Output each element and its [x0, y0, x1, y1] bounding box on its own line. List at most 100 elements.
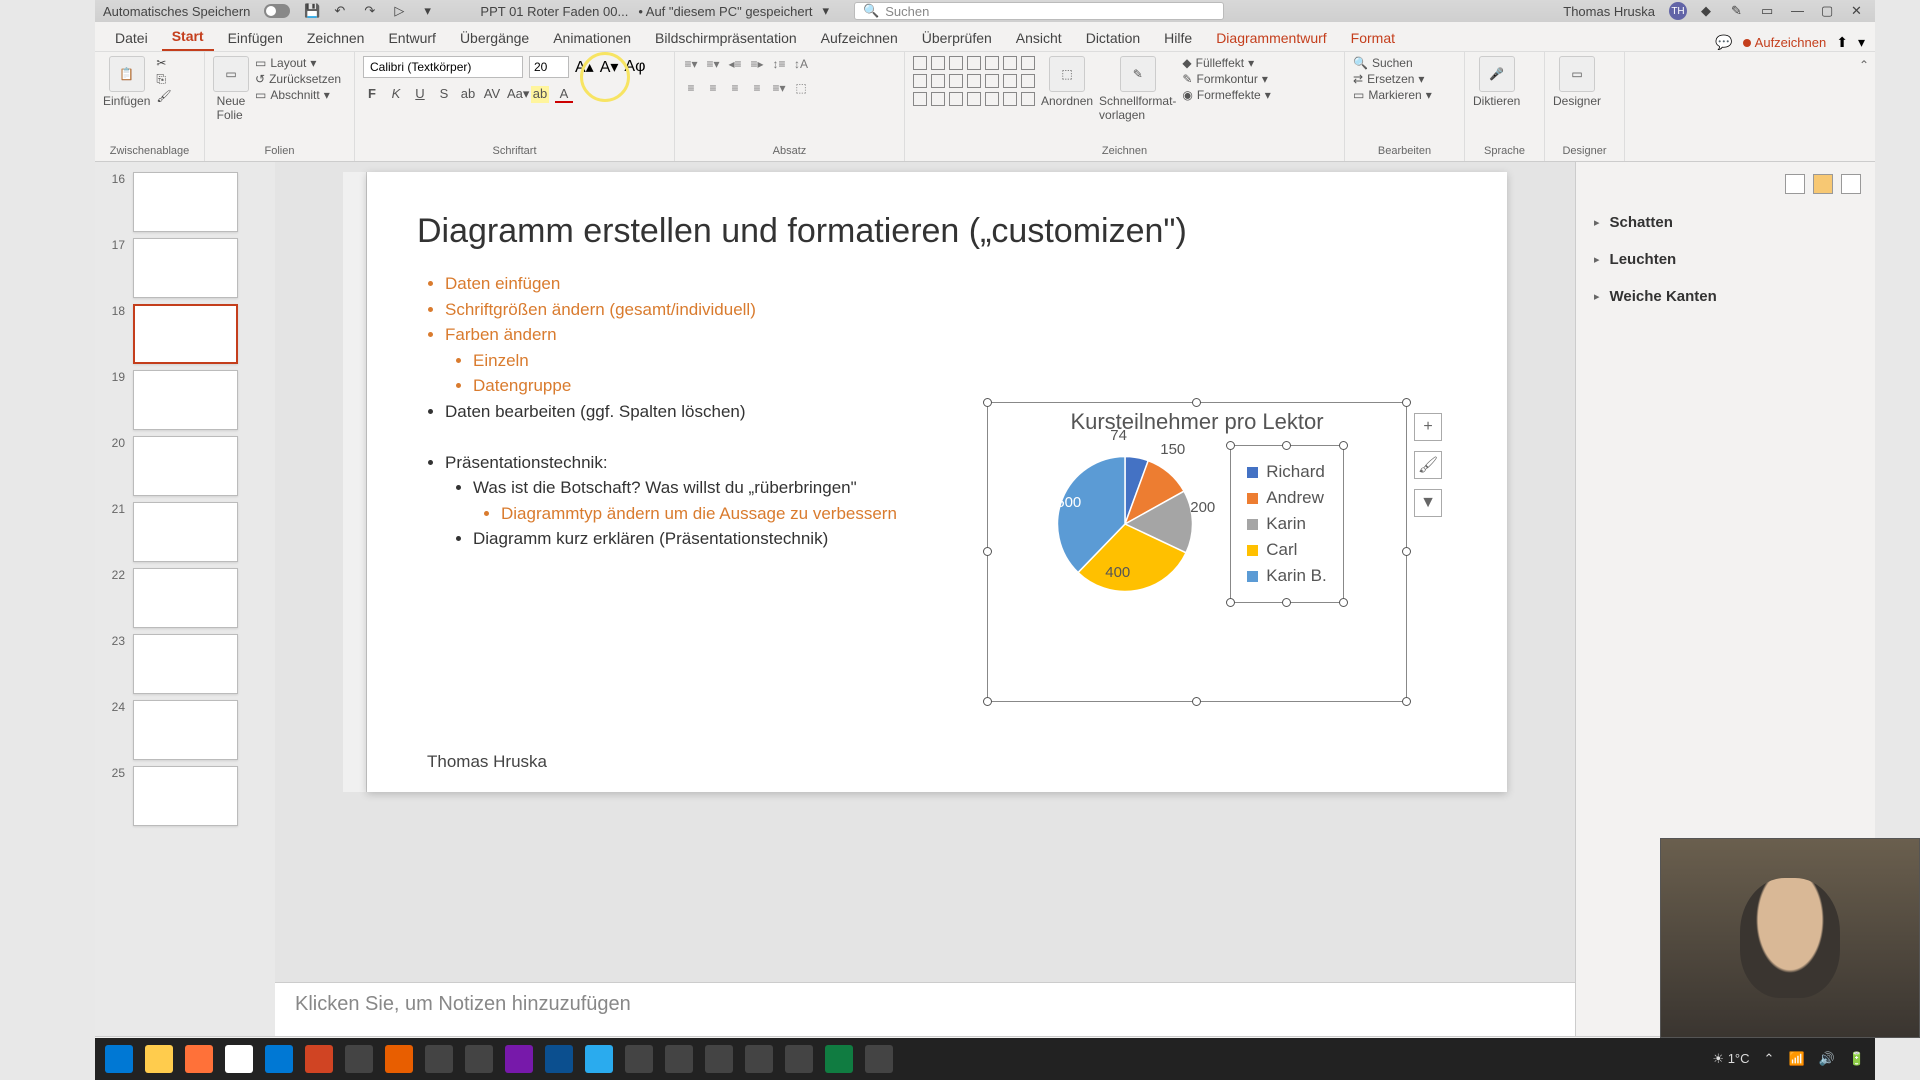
smartart-icon[interactable]: ⬚	[793, 80, 809, 96]
underline-button[interactable]: U	[411, 86, 429, 103]
chart-title[interactable]: Kursteilnehmer pro Lektor	[988, 409, 1406, 435]
align-center-icon[interactable]: ≡	[705, 80, 721, 96]
linespacing-icon[interactable]: ↕≡	[771, 56, 787, 72]
pane-icon-1[interactable]	[1785, 174, 1805, 194]
legend-item[interactable]: Carl	[1247, 540, 1326, 560]
replace-button[interactable]: ⇄ Ersetzen ▾	[1353, 72, 1432, 86]
highlight-button[interactable]: ab	[531, 86, 549, 103]
spacing-button[interactable]: AV	[483, 86, 501, 103]
textdir-icon[interactable]: ↕A	[793, 56, 809, 72]
legend-item[interactable]: Karin	[1247, 514, 1326, 534]
collapse-ribbon-icon[interactable]: ⌃	[1853, 52, 1875, 161]
chrome-icon[interactable]	[225, 1045, 253, 1073]
maximize-icon[interactable]: ▢	[1821, 3, 1837, 19]
onenote-icon[interactable]	[505, 1045, 533, 1073]
tray-wifi-icon[interactable]: 📶	[1788, 1051, 1804, 1067]
reset-button[interactable]: ↺ Zurücksetzen	[255, 72, 341, 86]
new-slide-button[interactable]: ▭ Neue Folie	[213, 56, 249, 122]
excel-icon[interactable]	[825, 1045, 853, 1073]
tab-animationen[interactable]: Animationen	[543, 25, 641, 51]
tab-ueberpruefen[interactable]: Überprüfen	[912, 25, 1002, 51]
tab-diagrammentwurf[interactable]: Diagrammentwurf	[1206, 25, 1336, 51]
redo-icon[interactable]: ↷	[364, 3, 380, 19]
settings-icon[interactable]	[785, 1045, 813, 1073]
strike-button[interactable]: S	[435, 86, 453, 103]
tab-uebergaenge[interactable]: Übergänge	[450, 25, 539, 51]
fill-button[interactable]: ◆ Fülleffekt ▾	[1182, 56, 1270, 70]
tab-entwurf[interactable]: Entwurf	[378, 25, 445, 51]
app8-icon[interactable]	[745, 1045, 773, 1073]
tab-zeichnen[interactable]: Zeichnen	[297, 25, 375, 51]
designer-button[interactable]: ▭ Designer	[1553, 56, 1601, 108]
clear-format-icon[interactable]: Aφ	[624, 58, 645, 76]
thumbnail-23[interactable]: 23	[105, 634, 265, 694]
chart-brush-icon[interactable]: 🖌	[1414, 451, 1442, 479]
tab-ansicht[interactable]: Ansicht	[1006, 25, 1072, 51]
tab-einfuegen[interactable]: Einfügen	[218, 25, 293, 51]
tray-chevron-icon[interactable]: ⌃	[1764, 1051, 1775, 1067]
legend-item[interactable]: Andrew	[1247, 488, 1326, 508]
weather-widget[interactable]: ☀ 1°C	[1712, 1051, 1749, 1067]
tab-hilfe[interactable]: Hilfe	[1154, 25, 1202, 51]
legend-item[interactable]: Richard	[1247, 462, 1326, 482]
numbering-icon[interactable]: ≡▾	[705, 56, 721, 72]
user-name[interactable]: Thomas Hruska	[1563, 4, 1655, 19]
cut-icon[interactable]: ✂	[156, 56, 171, 70]
chevron-down-icon[interactable]: ▾	[1858, 34, 1865, 51]
pane-weichekanten[interactable]: ▸Weiche Kanten	[1590, 278, 1861, 315]
outlook-icon[interactable]	[265, 1045, 293, 1073]
close-icon[interactable]: ✕	[1851, 3, 1867, 19]
app3-icon[interactable]	[465, 1045, 493, 1073]
tray-battery-icon[interactable]: 🔋	[1849, 1051, 1865, 1067]
outline-button[interactable]: ✎ Formkontur ▾	[1182, 72, 1270, 86]
legend-item[interactable]: Karin B.	[1247, 566, 1326, 586]
save-icon[interactable]: 💾	[304, 3, 320, 19]
shape-gallery[interactable]	[913, 56, 1035, 106]
app7-icon[interactable]	[705, 1045, 733, 1073]
vlc-icon[interactable]	[385, 1045, 413, 1073]
tab-aufzeichnen[interactable]: Aufzeichnen	[811, 25, 908, 51]
layout-button[interactable]: ▭ Layout ▾	[255, 56, 341, 70]
pane-icon-2[interactable]	[1813, 174, 1833, 194]
chart-legend[interactable]: Richard Andrew Karin Carl Karin B.	[1230, 445, 1343, 603]
justify-icon[interactable]: ≡	[749, 80, 765, 96]
autosave-toggle[interactable]	[264, 4, 290, 18]
thumbnail-24[interactable]: 24	[105, 700, 265, 760]
pane-schatten[interactable]: ▸Schatten	[1590, 204, 1861, 241]
window-icon[interactable]: ▭	[1761, 3, 1777, 19]
thumbnail-pane[interactable]: 16171819202122232425	[95, 162, 275, 1036]
align-left-icon[interactable]: ≡	[683, 80, 699, 96]
firefox-icon[interactable]	[185, 1045, 213, 1073]
bold-button[interactable]: F	[363, 86, 381, 103]
thumbnail-18[interactable]: 18	[105, 304, 265, 364]
explorer-icon[interactable]	[145, 1045, 173, 1073]
chart-plus-icon[interactable]: +	[1414, 413, 1442, 441]
app-icon[interactable]	[345, 1045, 373, 1073]
find-button[interactable]: 🔍 Suchen	[1353, 56, 1432, 70]
app4-icon[interactable]	[545, 1045, 573, 1073]
slide-canvas[interactable]: Diagramm erstellen und formatieren („cus…	[367, 172, 1507, 792]
tab-start[interactable]: Start	[162, 23, 214, 51]
indent-icon[interactable]: ≡▸	[749, 56, 765, 72]
thumbnail-17[interactable]: 17	[105, 238, 265, 298]
section-button[interactable]: ▭ Abschnitt ▾	[255, 88, 341, 102]
docname-dropdown-icon[interactable]: ▾	[823, 3, 830, 19]
font-color-button[interactable]: A	[555, 86, 573, 103]
comments-icon[interactable]: 💬	[1715, 34, 1732, 51]
thumbnail-16[interactable]: 16	[105, 172, 265, 232]
tray-volume-icon[interactable]: 🔊	[1819, 1051, 1835, 1067]
user-avatar[interactable]: TH	[1669, 2, 1687, 20]
paste-button[interactable]: 📋 Einfügen	[103, 56, 150, 108]
diamond-icon[interactable]: ◆	[1701, 3, 1717, 19]
case-button[interactable]: Aa▾	[507, 86, 525, 103]
columns-icon[interactable]: ≡▾	[771, 80, 787, 96]
italic-button[interactable]: K	[387, 86, 405, 103]
chart-object[interactable]: Kursteilnehmer pro Lektor 74 150 200 400…	[987, 402, 1407, 702]
quickstyle-button[interactable]: ✎ Schnellformat- vorlagen	[1099, 56, 1176, 122]
pane-leuchten[interactable]: ▸Leuchten	[1590, 241, 1861, 278]
copy-icon[interactable]: ⎘	[156, 72, 171, 87]
telegram-icon[interactable]	[585, 1045, 613, 1073]
shadow-button[interactable]: ab	[459, 86, 477, 103]
decrease-font-icon[interactable]: A▾	[600, 57, 619, 77]
align-right-icon[interactable]: ≡	[727, 80, 743, 96]
